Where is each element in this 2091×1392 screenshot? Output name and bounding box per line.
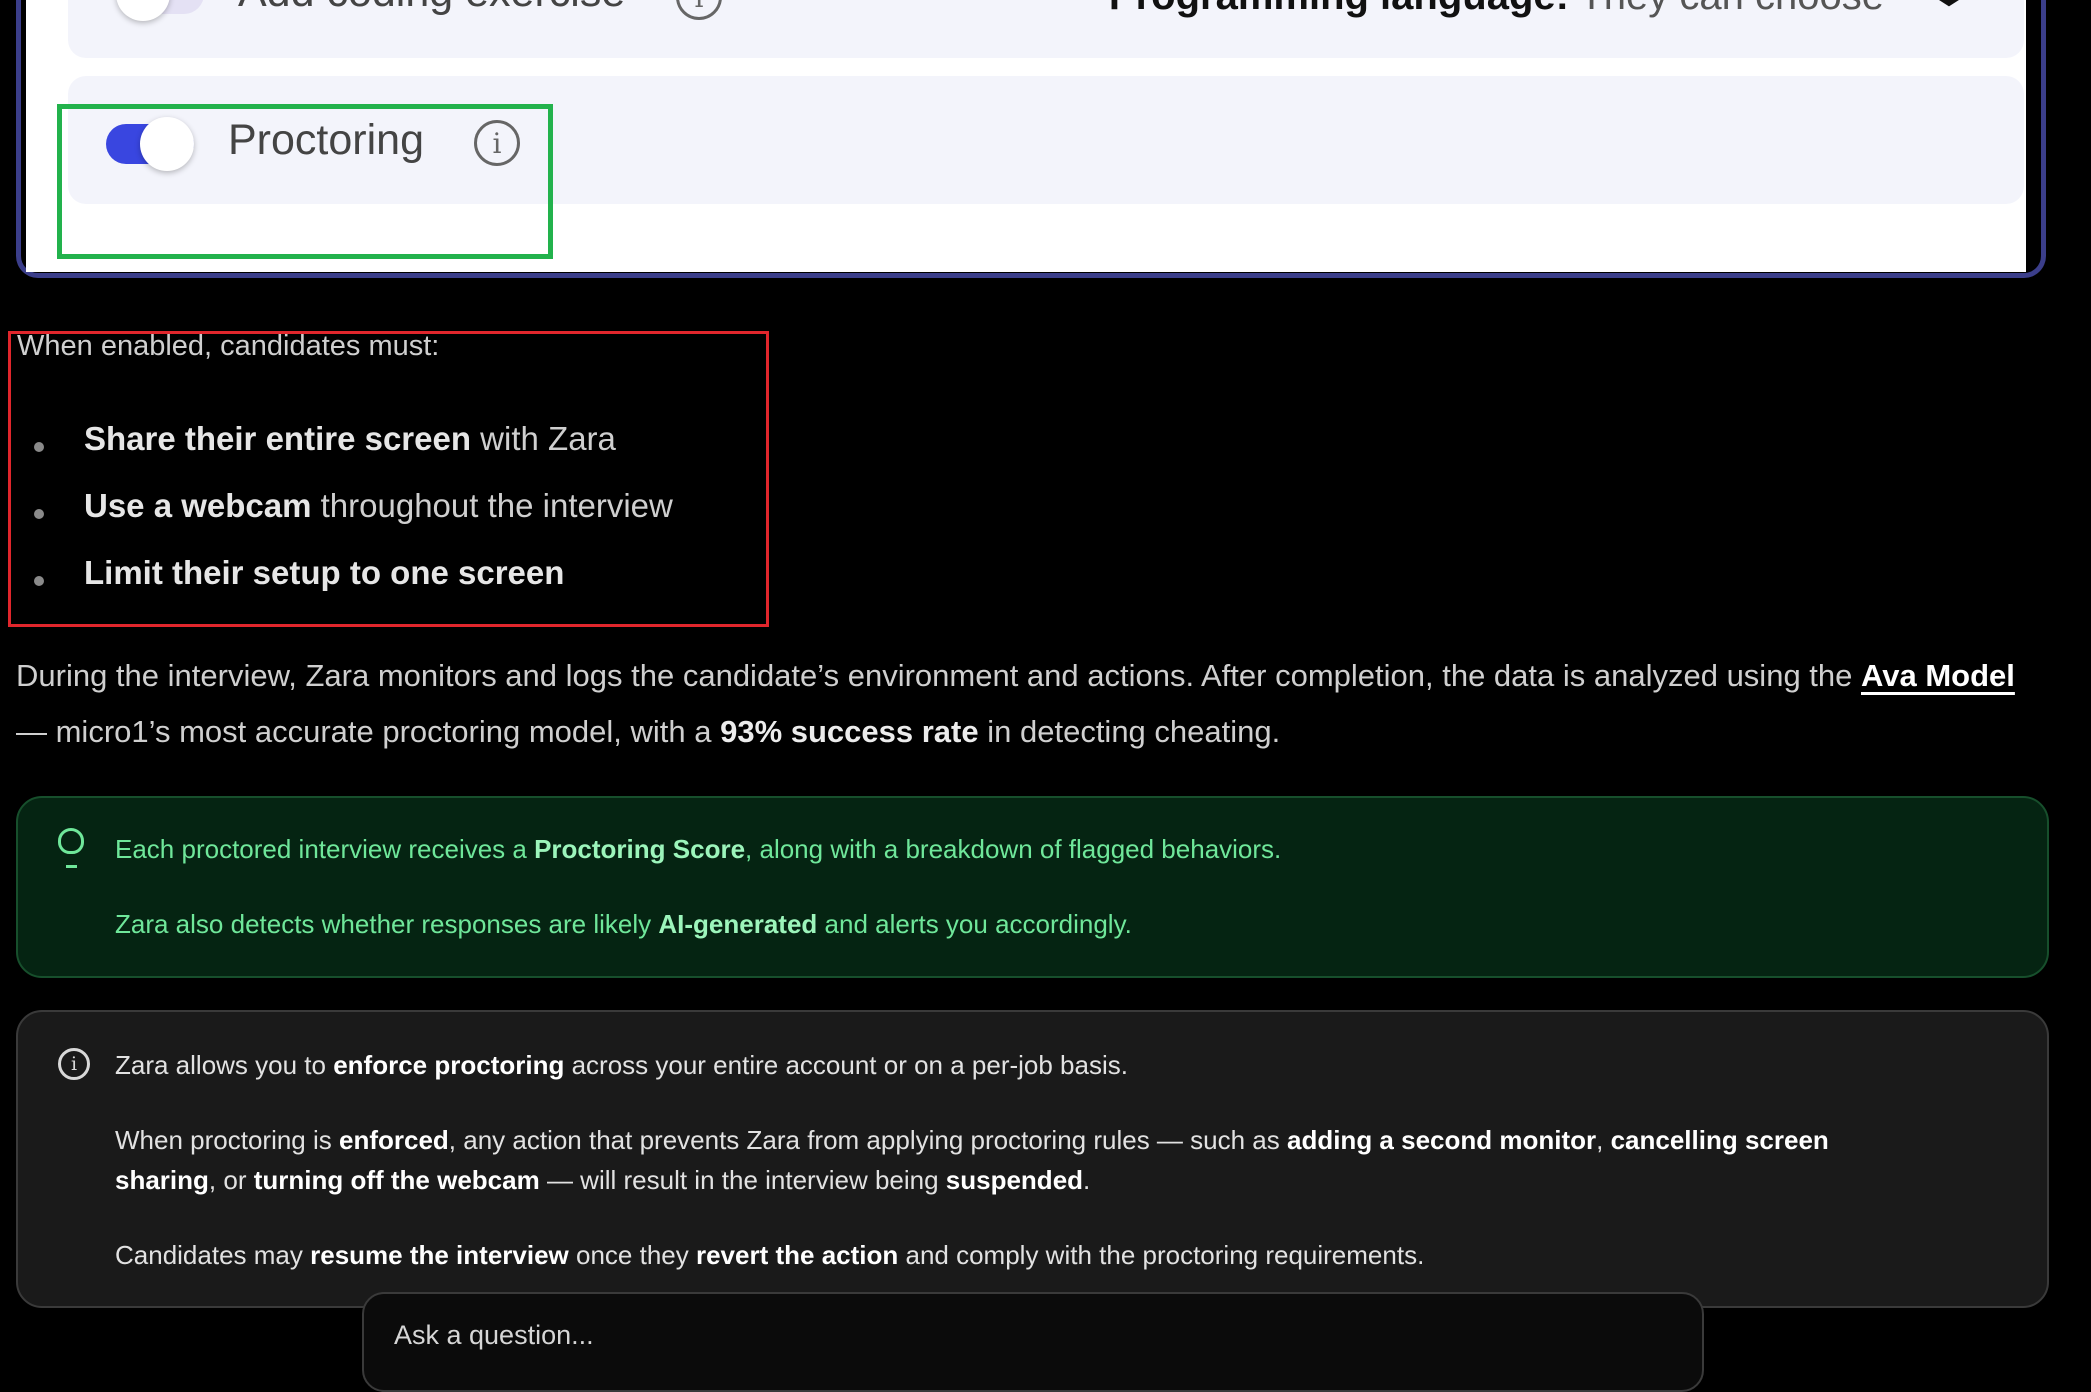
ask-question-input[interactable]	[392, 1314, 1596, 1356]
info-callout: i Zara allows you to enforce proctoring …	[16, 1010, 2049, 1308]
ava-model-link[interactable]: Ava Model	[1861, 658, 2015, 693]
coding-exercise-row: Add coding exercise i Programming langua…	[68, 0, 2024, 58]
lightbulb-icon	[58, 828, 84, 868]
note-line-3: sharing, or turning off the webcam — wil…	[115, 1165, 1091, 1195]
proctoring-highlight-box	[57, 104, 553, 259]
list-item: Limit their setup to one screen	[30, 554, 673, 621]
programming-language-label: Programming language:	[1109, 0, 1569, 18]
note-line-2: When proctoring is enforced, any action …	[115, 1125, 1829, 1155]
tip-line-1: Each proctored interview receives a Proc…	[115, 834, 1282, 864]
note-line-4: Candidates may resume the interview once…	[115, 1240, 1425, 1270]
chevron-down-icon[interactable]: ❯	[1930, 0, 1971, 12]
tip-callout: Each proctored interview receives a Proc…	[16, 796, 2049, 978]
programming-language-value: They can choose	[1579, 0, 1884, 18]
programming-language-select[interactable]: Programming language: They can choose	[1109, 0, 1884, 19]
ask-question-box	[362, 1292, 1704, 1392]
list-item: Share their entire screen with Zara	[30, 420, 673, 487]
info-icon[interactable]: i	[676, 0, 722, 20]
proctoring-description: During the interview, Zara monitors and …	[16, 658, 2015, 749]
coding-exercise-toggle[interactable]	[116, 0, 204, 21]
note-line-1: Zara allows you to enforce proctoring ac…	[115, 1050, 1128, 1080]
info-icon: i	[58, 1048, 90, 1080]
list-item: Use a webcam throughout the interview	[30, 487, 673, 554]
requirements-list: Share their entire screen with Zara Use …	[30, 420, 673, 621]
requirements-intro: When enabled, candidates must:	[17, 330, 440, 362]
tip-line-2: Zara also detects whether responses are …	[115, 909, 1132, 939]
coding-exercise-label: Add coding exercise	[238, 0, 625, 17]
